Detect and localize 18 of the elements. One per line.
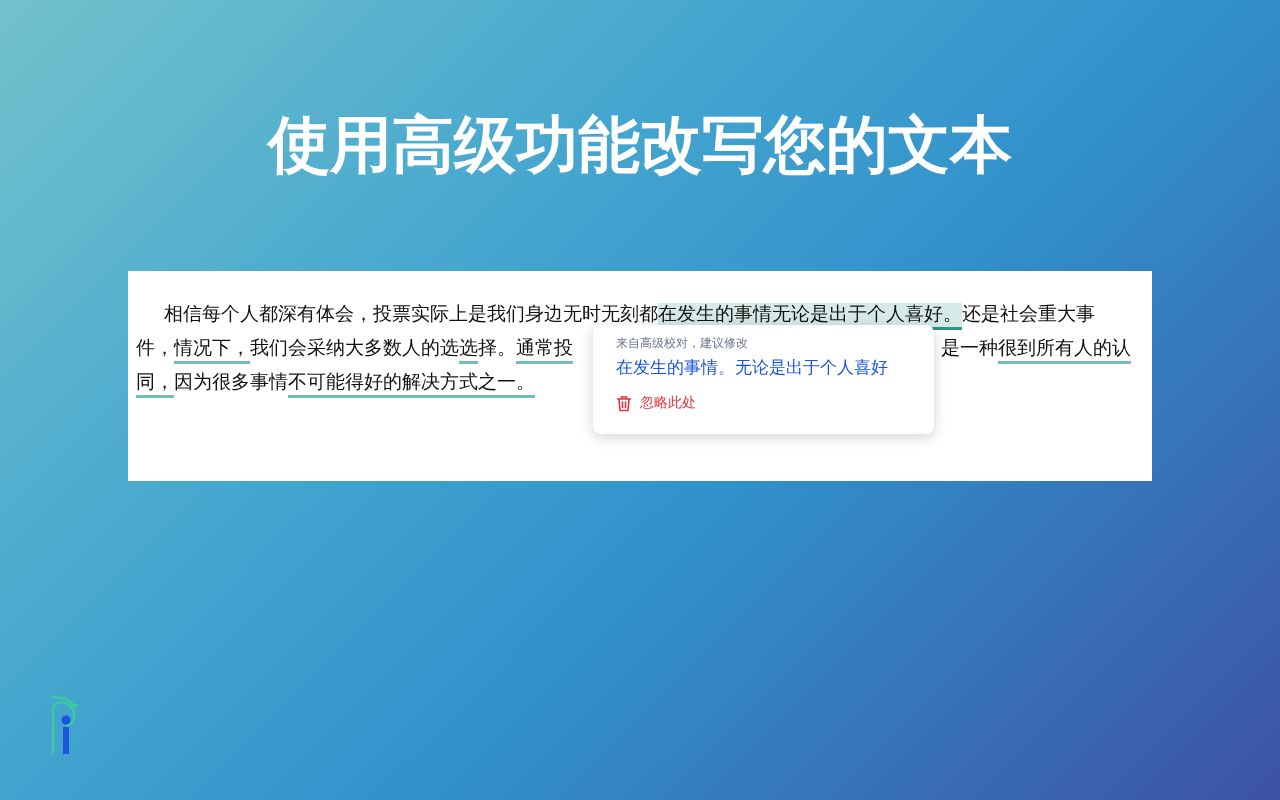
- paragraph-text: 我们会采纳大多数人的选: [250, 337, 459, 360]
- trash-icon: [616, 394, 632, 412]
- flagged-phrase[interactable]: 通常投: [516, 337, 573, 364]
- paragraph-text: 相信每个人都深有体会，投票实际上是我们身边无时无刻都: [164, 303, 658, 326]
- suggestion-source: 来自高级校对，建议修改: [616, 335, 749, 351]
- flagged-phrase[interactable]: 情况下，: [174, 337, 250, 364]
- paragraph-text: 件，: [136, 337, 174, 360]
- ignore-button[interactable]: 忽略此处: [616, 394, 696, 412]
- suggestion-option[interactable]: 在发生的事情。无论是出于个人喜好: [616, 354, 911, 380]
- paragraph-text: 择。: [478, 337, 516, 360]
- flagged-phrase[interactable]: 同，: [136, 371, 174, 398]
- flagged-phrase[interactable]: 很到所有人的认: [998, 337, 1131, 364]
- paragraph-text: 还是社会重大事: [962, 303, 1095, 326]
- paragraph-text: 是一种: [941, 337, 998, 360]
- flagged-phrase[interactable]: 选: [459, 337, 478, 364]
- headline: 使用高级功能改写您的文本: [268, 107, 1012, 183]
- paragraph-text: 因为很多事情: [174, 371, 288, 394]
- flagged-phrase[interactable]: 不可能得好的解决方式之一。: [288, 371, 535, 398]
